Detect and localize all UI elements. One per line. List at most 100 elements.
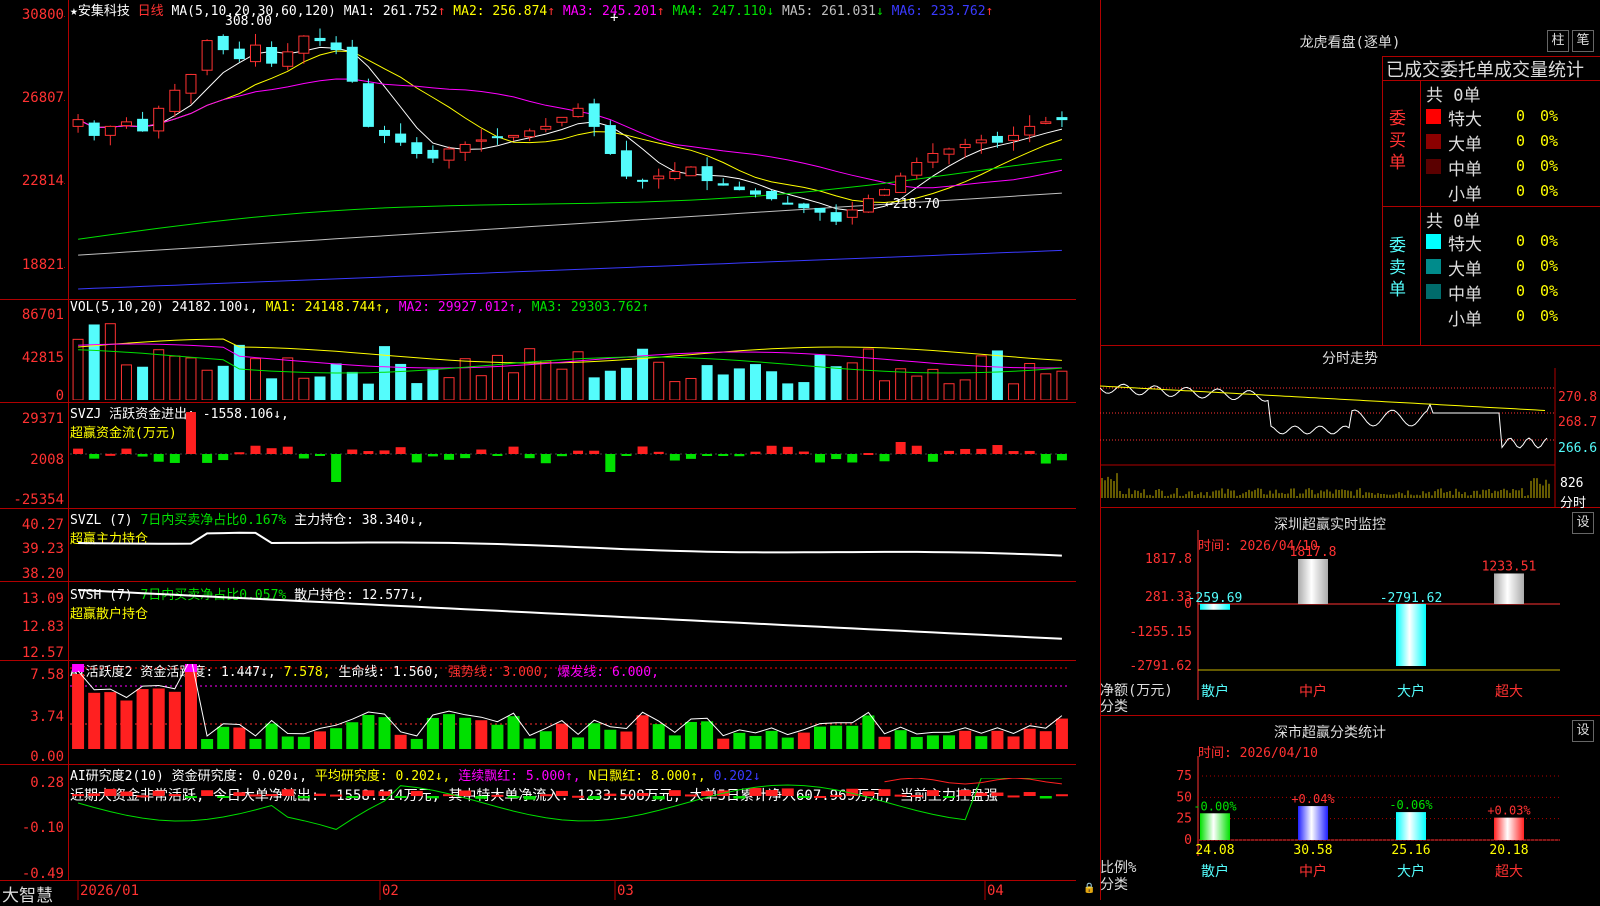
research-bar[interactable] <box>249 794 262 797</box>
research-bar[interactable] <box>281 789 294 796</box>
fund-flow-bar[interactable] <box>863 452 874 455</box>
activity-bar[interactable] <box>136 689 149 749</box>
candle-body[interactable] <box>1024 125 1036 136</box>
monitor-bar-chart[interactable]: 1817.8281.330-1255.15-2791.62-259.69散户18… <box>1100 530 1600 710</box>
volume-bar[interactable] <box>766 371 778 400</box>
fund-flow-bar[interactable] <box>766 445 777 454</box>
fund-flow-bar[interactable] <box>1040 454 1051 464</box>
volume-bar[interactable] <box>717 374 729 400</box>
candle-body[interactable] <box>959 143 971 149</box>
fund-flow-bar[interactable] <box>815 454 825 463</box>
volume-bar[interactable] <box>475 375 487 400</box>
volume-bar[interactable] <box>862 348 874 400</box>
activity-bar[interactable] <box>88 692 101 749</box>
research-bar[interactable] <box>684 794 697 797</box>
activity-bar[interactable] <box>749 735 762 749</box>
monitor-bar[interactable] <box>1396 604 1426 666</box>
candle-body[interactable] <box>540 125 552 130</box>
research-bar[interactable] <box>394 796 407 798</box>
activity-bar[interactable] <box>1023 728 1036 749</box>
activity-bar[interactable] <box>152 688 165 749</box>
candle-body[interactable] <box>798 203 810 209</box>
fund-flow-bar[interactable] <box>411 454 422 463</box>
candle-body[interactable] <box>588 103 600 127</box>
activity-bar[interactable] <box>201 738 214 749</box>
fund-flow-bar[interactable] <box>524 454 535 459</box>
activity-bar[interactable] <box>491 724 504 749</box>
fund-flow-bar[interactable] <box>298 454 309 459</box>
candle-body[interactable] <box>717 183 729 186</box>
candle-body[interactable] <box>927 152 939 163</box>
volume-bar[interactable] <box>911 375 923 400</box>
activity-bar[interactable] <box>394 734 407 749</box>
fund-flow-bar[interactable] <box>960 448 971 454</box>
activity-bar[interactable] <box>652 724 665 749</box>
volume-bar[interactable] <box>1008 383 1020 400</box>
research-bar[interactable] <box>604 793 617 796</box>
candle-body[interactable] <box>604 125 616 154</box>
candle-body[interactable] <box>782 202 794 205</box>
fund-flow-bar[interactable] <box>540 454 551 464</box>
research-bar[interactable] <box>636 793 649 796</box>
candle-body[interactable] <box>911 162 923 176</box>
volume-bar[interactable] <box>104 323 116 400</box>
research-bar[interactable] <box>830 794 843 797</box>
activity-bar[interactable] <box>572 737 585 749</box>
activity-bar[interactable] <box>733 732 746 749</box>
activity-bar[interactable] <box>104 692 117 749</box>
candle-body[interactable] <box>685 166 697 177</box>
activity-bar[interactable] <box>265 723 278 749</box>
volume-bar[interactable] <box>137 366 149 400</box>
fund-flow-bar[interactable] <box>185 412 196 454</box>
volume-bar[interactable] <box>524 348 536 400</box>
activity-bar[interactable] <box>297 736 310 749</box>
candle-body[interactable] <box>620 150 632 177</box>
candle-body[interactable] <box>459 143 471 153</box>
volume-bar[interactable] <box>556 368 568 400</box>
volume-bar[interactable] <box>830 366 842 400</box>
fund-flow-bar[interactable] <box>105 453 116 456</box>
fund-flow-bar[interactable] <box>218 454 229 461</box>
activity-bar[interactable] <box>701 721 714 749</box>
activity-bar[interactable] <box>862 715 875 749</box>
stock-name[interactable]: 安集科技 <box>78 4 130 19</box>
lock-icon[interactable]: 🔒 <box>1083 883 1095 894</box>
research-bar[interactable] <box>136 795 149 798</box>
fund-flow-bar[interactable] <box>573 450 584 454</box>
candle-body[interactable] <box>314 37 326 42</box>
activity-bar[interactable] <box>1039 731 1052 749</box>
activity-bar[interactable] <box>523 738 536 749</box>
candle-body[interactable] <box>104 125 116 136</box>
volume-bar[interactable] <box>395 363 407 400</box>
candle-body[interactable] <box>975 139 987 144</box>
classify-bar-chart[interactable]: 75 50 25 0 -0.00% 24.08 散户 +0.04% 30.58 中户 -0.06% 2… <box>1100 756 1600 896</box>
activity-bar[interactable] <box>620 731 633 749</box>
volume-bar[interactable] <box>459 358 471 400</box>
candle-body[interactable] <box>443 148 455 161</box>
fund-flow-bar[interactable] <box>944 450 955 454</box>
fund-flow-bar[interactable] <box>734 454 745 457</box>
lhkp-tabs[interactable]: 已成交委托单成交量统计 <box>1386 56 1584 82</box>
fund-flow-bar[interactable] <box>73 448 84 454</box>
activity-bar[interactable] <box>846 725 859 749</box>
fund-flow-bar[interactable] <box>444 454 455 460</box>
retail-holding-chart[interactable] <box>70 582 1076 660</box>
volume-bar[interactable] <box>1024 363 1036 400</box>
candle-body[interactable] <box>669 171 681 180</box>
candle-body[interactable] <box>556 116 568 123</box>
fund-flow-bar[interactable] <box>395 447 406 454</box>
activity-bar[interactable] <box>459 717 472 749</box>
research-bar[interactable] <box>88 793 101 796</box>
volume-bar[interactable] <box>1056 370 1068 400</box>
candle-body[interactable] <box>749 190 761 195</box>
volume-bar[interactable] <box>88 324 100 400</box>
fund-flow-bar[interactable] <box>169 454 180 463</box>
research-bar[interactable] <box>523 796 536 800</box>
fund-flow-bar[interactable] <box>927 454 938 462</box>
volume-bar[interactable] <box>266 378 278 400</box>
research-bar[interactable] <box>797 796 810 798</box>
fund-flow-bar[interactable] <box>476 449 487 454</box>
fund-flow-bar[interactable] <box>782 446 793 454</box>
fund-flow-bar[interactable] <box>685 454 696 459</box>
fund-flow-bar[interactable] <box>847 454 858 463</box>
